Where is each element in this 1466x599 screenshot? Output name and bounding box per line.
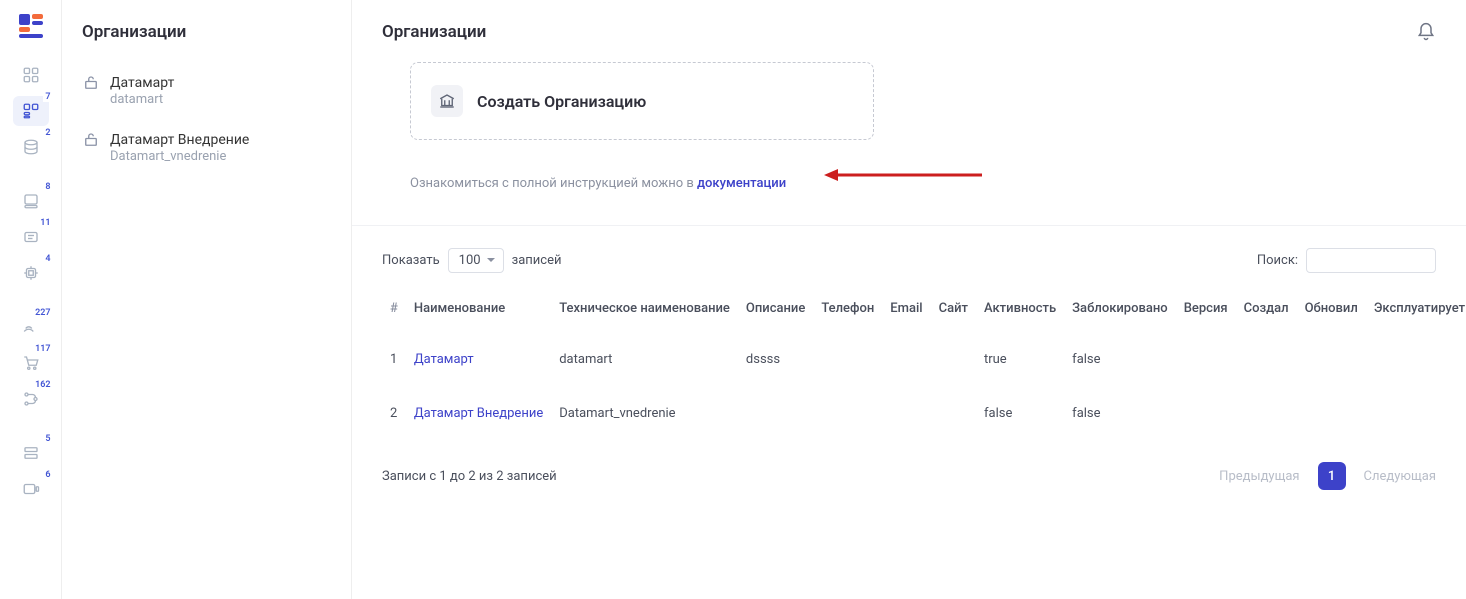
sidebar-title: Организации <box>82 22 331 42</box>
rail-item-icon[interactable]: 11 <box>13 222 49 252</box>
sidebar-item-name: Датамарт <box>110 74 174 92</box>
docs-link[interactable]: документации <box>697 176 786 191</box>
row-blocked: false <box>1064 386 1176 440</box>
rail-cpu-icon[interactable]: 4 <box>13 258 49 288</box>
col-email[interactable]: Email <box>882 291 930 332</box>
next-page[interactable]: Следующая <box>1364 469 1436 484</box>
sidebar-item-slug: datamart <box>110 92 174 109</box>
rail-badge: 11 <box>38 218 52 228</box>
rail-branch-icon[interactable]: 162 <box>13 384 49 414</box>
rail-badge: 117 <box>33 344 52 354</box>
row-blocked: false <box>1064 332 1176 386</box>
docs-note: Ознакомиться с полной инструкцией можно … <box>410 176 1436 191</box>
rail-database-icon[interactable]: 2 <box>13 132 49 162</box>
rail-badge: 4 <box>43 254 52 264</box>
rail-badge: 2 <box>43 128 52 138</box>
rail-item-icon[interactable]: 8 <box>13 186 49 216</box>
pagination: Предыдущая 1 Следующая <box>1219 462 1436 490</box>
col-site[interactable]: Сайт <box>931 291 976 332</box>
col-tech[interactable]: Техническое наименование <box>551 291 738 332</box>
institution-icon <box>431 85 463 117</box>
create-label: Создать Организацию <box>477 92 646 111</box>
records-info: Записи с 1 до 2 из 2 записей <box>382 469 557 484</box>
prev-page[interactable]: Предыдущая <box>1219 469 1299 484</box>
col-exploits[interactable]: Эксплуатирует <box>1366 291 1466 332</box>
current-page[interactable]: 1 <box>1318 462 1346 490</box>
topbar: Организации <box>352 0 1466 42</box>
hero: Создать Организацию Ознакомиться с полно… <box>352 42 1466 225</box>
col-hash[interactable]: # <box>382 291 406 332</box>
main: Организации Создать Организацию Ознакоми… <box>352 0 1466 599</box>
row-active: false <box>976 386 1064 440</box>
rail-badge: 5 <box>43 434 52 444</box>
rail-badge: 162 <box>33 380 52 390</box>
rail-badge: 7 <box>43 92 52 102</box>
create-organization-card[interactable]: Создать Организацию <box>410 62 874 140</box>
col-desc[interactable]: Описание <box>738 291 813 332</box>
row-tech: Datamart_vnedrenie <box>551 386 738 440</box>
rail-apps-icon[interactable] <box>13 60 49 90</box>
table-row: 2Датамарт ВнедрениеDatamart_vnedrenie fal… <box>382 386 1466 440</box>
page-title: Организации <box>382 22 486 42</box>
row-tech: datamart <box>551 332 738 386</box>
sidebar-item[interactable]: Датамарт Внедрение Datamart_vnedrenie <box>82 123 331 180</box>
icon-rail: 7 2 8 11 4 227 117 162 5 6 <box>0 0 62 599</box>
row-desc: dssss <box>738 332 813 386</box>
row-active: true <box>976 332 1064 386</box>
col-version[interactable]: Версия <box>1176 291 1236 332</box>
sidebar-item-slug: Datamart_vnedrenie <box>110 149 249 166</box>
page-size-select[interactable]: 100 <box>448 248 504 273</box>
table-zone: Показать 100 записей Поиск: # Наименован… <box>352 225 1466 599</box>
col-name[interactable]: Наименование <box>406 291 551 332</box>
note-text: Ознакомиться с полной инструкцией можно … <box>410 176 697 191</box>
col-updated[interactable]: Обновил <box>1297 291 1366 332</box>
col-active[interactable]: Активность <box>976 291 1064 332</box>
search-input[interactable] <box>1306 248 1436 273</box>
rail-badge: 8 <box>43 182 52 192</box>
rail-badge: 6 <box>43 470 52 480</box>
search-label: Поиск: <box>1257 253 1298 268</box>
table-row: 1Датамартdatamartdssss truefalse <box>382 332 1466 386</box>
rail-item-icon[interactable]: 227 <box>13 312 49 342</box>
org-icon <box>82 74 100 92</box>
row-name[interactable]: Датамарт <box>406 332 551 386</box>
rail-item-icon[interactable]: 6 <box>13 474 49 504</box>
entries-label: записей <box>512 253 562 268</box>
rail-organizations-icon[interactable]: 7 <box>13 96 49 126</box>
row-desc <box>738 386 813 440</box>
rail-cart-icon[interactable]: 117 <box>13 348 49 378</box>
col-created[interactable]: Создал <box>1236 291 1297 332</box>
org-icon <box>82 131 100 149</box>
row-index: 1 <box>382 332 406 386</box>
organizations-table: # Наименование Техническое наименование … <box>382 291 1466 440</box>
row-name[interactable]: Датамарт Внедрение <box>406 386 551 440</box>
sidebar-item-name: Датамарт Внедрение <box>110 131 249 149</box>
logo <box>17 12 45 40</box>
row-index: 2 <box>382 386 406 440</box>
rail-badge: 227 <box>33 308 52 318</box>
rail-item-icon[interactable]: 5 <box>13 438 49 468</box>
col-blocked[interactable]: Заблокировано <box>1064 291 1176 332</box>
sidebar: Организации Датамарт datamart Датамарт В… <box>62 0 352 599</box>
col-phone[interactable]: Телефон <box>813 291 882 332</box>
show-label: Показать <box>382 253 440 268</box>
bell-icon[interactable] <box>1416 22 1436 42</box>
sidebar-item[interactable]: Датамарт datamart <box>82 66 331 123</box>
